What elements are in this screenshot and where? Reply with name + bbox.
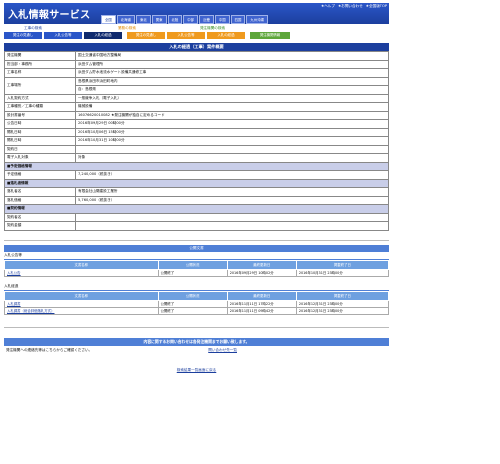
group-header: ■予定価格情報 [4, 161, 389, 171]
category-strip: 工事の検索 業務の検索 発注機関の検索 [4, 25, 389, 31]
region-chugoku[interactable]: 中国 [214, 15, 230, 24]
table-row: 落札者名 有限会社山陽建設工業所 [4, 187, 389, 197]
detail-table: 発注機関 国土交通省中国地方整備局 担当部・事務所 浜田ダム管理所 工事名称 浜田ダム… [4, 51, 389, 231]
notices-table: 文書名称 公開状況 最終更新日 掲載終了日 入札公告 公開終了 2016年09月… [4, 259, 390, 277]
table-row: 開札日時 2016年10月06日 15時00分 [4, 127, 389, 137]
region-nav: 全国 北海道 東北 関東 北陸 中部 近畿 中国 四国 九州沖縄 [101, 15, 268, 24]
region-chubu[interactable]: 中部 [183, 15, 199, 24]
doc-link[interactable]: 入札調書 [4, 299, 159, 308]
contact-link[interactable]: ★お問い合わせ [338, 4, 363, 9]
table-row: 公告日時 2016年09月29日 00時00分 [4, 119, 389, 129]
doc-link[interactable]: 入札調書（総合評価落札方式） [4, 306, 159, 315]
notice-bar: 発注機関への連絡先等はこちらからご確認ください。 問い合わせ先一覧 [4, 346, 389, 354]
divider [4, 239, 389, 241]
doc-link[interactable]: 入札公告 [4, 268, 159, 277]
table-header: 文書名称 公開状況 最終更新日 掲載終了日 [4, 290, 390, 301]
table-row: 工事種別／工事の種類 機械設備 [4, 102, 389, 112]
notice-text: 発注機関への連絡先等はこちらからご確認ください。 [6, 347, 93, 352]
region-kinki[interactable]: 近畿 [199, 15, 214, 24]
section-notices: 入札公告等 [4, 252, 389, 260]
table-row: 入札契約方式 一般競争入札（電子入札） [4, 93, 389, 103]
tab-business-progress[interactable]: 入札の経過 [207, 32, 245, 39]
region-shikoku[interactable]: 四国 [230, 15, 246, 24]
group-header: ■契約情報 [4, 204, 389, 214]
site-logo[interactable]: 入札情報サービス [8, 6, 90, 21]
table-row: 設計書番号 16076620010082 ★発注機関が独自に定めるコード [4, 110, 389, 120]
section-progress: 入札経過 [4, 283, 389, 291]
back-to-results: 検索結果一覧画面に戻る [4, 368, 389, 373]
help-link[interactable]: ★ヘルプ [321, 4, 335, 9]
page: 入札情報サービス ★ヘルプ ★お問い合わせ ★全国版TOP 全国 北海道 東北 … [4, 3, 390, 373]
table-row: 入札調書 公開終了 2016年11月11日 17時22分 2016年12月31日… [4, 299, 390, 308]
table-row: 入札公告 公開終了 2016年09月29日 10時02分 2016年10月31日… [4, 268, 390, 277]
region-hokkaido[interactable]: 北海道 [116, 15, 135, 24]
top-nav: ★ヘルプ ★お問い合わせ ★全国版TOP [321, 4, 387, 9]
tab-org-info[interactable]: 発注機関情報 [250, 32, 290, 39]
region-kyushu[interactable]: 九州沖縄 [246, 15, 268, 24]
table-row: 契約日 [4, 144, 389, 154]
back-link[interactable]: 検索結果一覧画面に戻る [177, 368, 217, 372]
table-row: 発注機関 国土交通省中国地方整備局 [4, 51, 389, 61]
table-row: 契約金額 [4, 221, 389, 231]
tab-bar: 発注の見通し 入札公告等 入札の経過 発注の見通し 入札公告等 入札の経過 発注… [4, 32, 389, 39]
table-row: 予定価格 7,240,000（税抜き） [4, 170, 389, 180]
tab-business-forecast[interactable]: 発注の見通し [127, 32, 165, 39]
tab-construction-progress[interactable]: 入札の経過 [84, 32, 122, 39]
group-header: ■落札者情報 [4, 178, 389, 188]
table-row: 工事場所 島根県浜田市浜田町地内 [4, 76, 389, 95]
table-row: 工事名称 浜田ダム貯水池流水ゲート設備共通修工事 [4, 68, 389, 78]
public-docs-title: 公開文書 [4, 244, 389, 252]
category-org: 発注機関の検索 [199, 25, 226, 30]
region-hokuriku[interactable]: 北陸 [167, 15, 183, 24]
table-header: 文書名称 公開状況 最終更新日 掲載終了日 [4, 259, 390, 270]
region-national[interactable]: 全国 [101, 15, 116, 24]
table-row: 契約者名 [4, 212, 389, 222]
tab-construction-forecast[interactable]: 発注の見通し [4, 32, 42, 39]
progress-table: 文書名称 公開状況 最終更新日 掲載終了日 入札調書 公開終了 2016年11月… [4, 290, 390, 315]
table-row: 開札日時 2016年10月31日 10時00分 [4, 136, 389, 146]
header: 入札情報サービス ★ヘルプ ★お問い合わせ ★全国版TOP 全国 北海道 東北 … [4, 3, 389, 24]
contact-list-link[interactable]: 問い合わせ先一覧 [208, 346, 237, 354]
national-top-link[interactable]: ★全国版TOP [366, 4, 387, 9]
table-row: 電子入札対象 対象 [4, 153, 389, 163]
category-construction: 工事の検索 [24, 25, 42, 30]
detail-title: 入札の経過（工事）案件概要 [4, 43, 389, 51]
category-business: 業務の検索 [117, 25, 136, 30]
region-kanto[interactable]: 関東 [151, 15, 167, 24]
table-row: 担当部・事務所 浜田ダム管理所 [4, 59, 389, 69]
region-tohoku[interactable]: 東北 [135, 15, 151, 24]
notice-title: 内容に関するお問い合わせは各発注機関までお願い致します。 [4, 337, 389, 346]
tab-construction-notice[interactable]: 入札公告等 [44, 32, 82, 39]
divider [4, 326, 389, 328]
table-row: 落札価格 5,760,000（税抜き） [4, 195, 389, 205]
tab-business-notice[interactable]: 入札公告等 [167, 32, 205, 39]
table-row: 入札調書（総合評価落札方式） 公開終了 2016年11月11日 09時42分 2… [4, 306, 390, 315]
